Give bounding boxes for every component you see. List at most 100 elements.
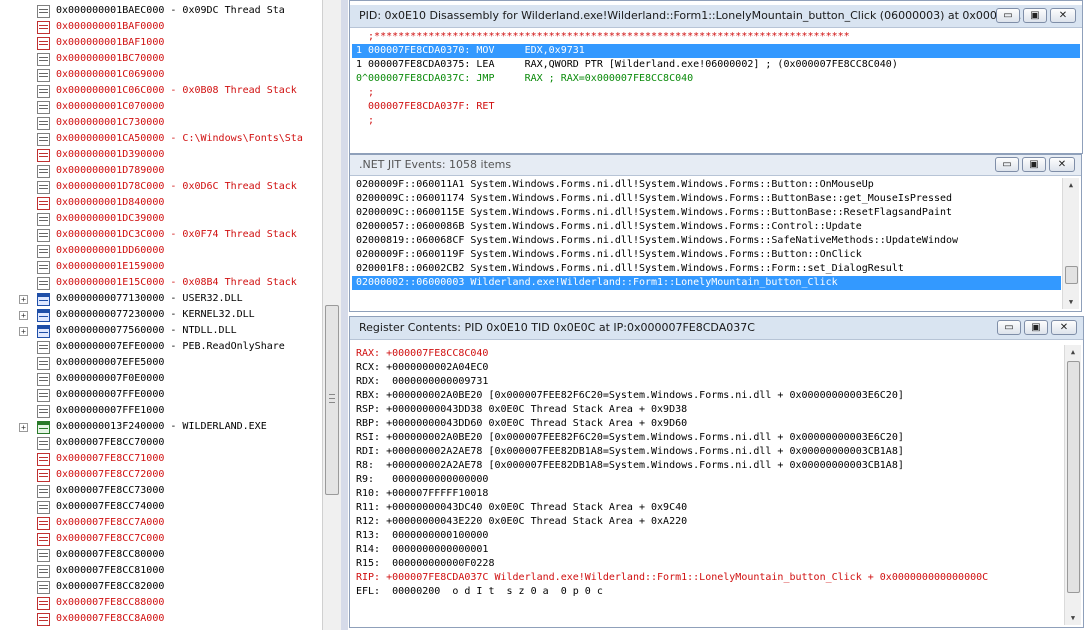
- regs-line[interactable]: RDX: 0000000000009731: [352, 375, 1063, 389]
- regs-line[interactable]: RBX: +000000002A0BE20 [0x000007FEE82F6C2…: [352, 389, 1063, 403]
- scroll-up-icon[interactable]: ▲: [1063, 178, 1079, 192]
- memory-page-icon: [37, 5, 50, 18]
- regs-line[interactable]: R15: 000000000000F0228: [352, 557, 1063, 571]
- regs-line[interactable]: R11: +00000000043DC40 0x0E0C Thread Stac…: [352, 501, 1063, 515]
- jit-events-list[interactable]: 0200009F::060011A1 System.Windows.Forms.…: [352, 178, 1079, 309]
- jit-line[interactable]: 0200009C::06001174 System.Windows.Forms.…: [352, 192, 1061, 206]
- expand-icon[interactable]: +: [19, 295, 28, 304]
- disasm-line[interactable]: ;***************************************…: [352, 30, 1080, 44]
- regs-line[interactable]: RSI: +000000002A0BE20 [0x000007FEE82F6C2…: [352, 431, 1063, 445]
- jit-line[interactable]: 02000002::06000003 Wilderland.exe!Wilder…: [352, 276, 1061, 290]
- regs-line[interactable]: R14: 0000000000000001: [352, 543, 1063, 557]
- pane-splitter[interactable]: [341, 0, 348, 630]
- disassembly-title: PID: 0x0E10 Disassembly for Wilderland.e…: [359, 9, 1022, 22]
- module-icon: [37, 293, 50, 306]
- memory-region-label: 0x000007FE8CC80000: [56, 549, 165, 560]
- disasm-line[interactable]: 000007FE8CDA037F: RET: [352, 100, 1080, 114]
- disasm-line[interactable]: 1 000007FE8CDA0370: MOV EDX,0x9731: [352, 44, 1080, 58]
- regs-line[interactable]: RIP: +000007FE8CDA037C Wilderland.exe!Wi…: [352, 571, 1063, 585]
- disassembly-titlebar[interactable]: PID: 0x0E10 Disassembly for Wilderland.e…: [350, 5, 1082, 28]
- minimize-icon: ▭: [1004, 322, 1014, 333]
- regs-line[interactable]: R12: +00000000043E220 0x0E0C Thread Stac…: [352, 515, 1063, 529]
- restore-icon: ▣: [1031, 322, 1041, 333]
- scroll-up-icon[interactable]: ▲: [1065, 345, 1081, 359]
- jit-line[interactable]: 020001F8::06002CB2 System.Windows.Forms.…: [352, 262, 1061, 276]
- jit-events-titlebar[interactable]: .NET JIT Events: 1058 items ▭ ▣ ✕: [350, 155, 1081, 176]
- register-scrollbar[interactable]: ▲ ▼: [1064, 345, 1081, 625]
- memory-page-icon: [37, 245, 50, 258]
- disasm-line[interactable]: ;: [352, 86, 1080, 100]
- memory-region-label: 0x0000000077230000 - KERNEL32.DLL: [56, 309, 255, 320]
- memory-page-icon: [37, 101, 50, 114]
- memory-page-icon: [37, 53, 50, 66]
- memory-region-label: 0x000000013F240000 - WILDERLAND.EXE: [56, 421, 267, 432]
- memory-region-label: 0x000000001C730000: [56, 117, 165, 128]
- regs-line[interactable]: R13: 0000000000100000: [352, 529, 1063, 543]
- restore-button[interactable]: ▣: [1022, 157, 1046, 172]
- jit-line[interactable]: 02000057::0600086B System.Windows.Forms.…: [352, 220, 1061, 234]
- memory-region-label: 0x000007FE8CC8A000: [56, 613, 165, 624]
- close-button[interactable]: ✕: [1051, 320, 1077, 335]
- regs-line[interactable]: R10: +000007FFFFF10018: [352, 487, 1063, 501]
- jit-line[interactable]: 0200009F::060011A1 System.Windows.Forms.…: [352, 178, 1061, 192]
- minimize-button[interactable]: ▭: [997, 320, 1021, 335]
- regs-line[interactable]: RBP: +00000000043DD60 0x0E0C Thread Stac…: [352, 417, 1063, 431]
- register-list[interactable]: RAX: +000007FE8CC8C040 RCX: +0000000002A0…: [352, 345, 1081, 625]
- memory-region-label: 0x000007FE8CC70000: [56, 437, 165, 448]
- memory-page-icon: [37, 197, 50, 210]
- disasm-line[interactable]: 0^000007FE8CDA037C: JMP RAX ; RAX=0x0000…: [352, 72, 1080, 86]
- memory-page-icon: [37, 277, 50, 290]
- regs-line[interactable]: EFL: 00000200 o d I t s z 0 a 0 p 0 c: [352, 585, 1063, 599]
- scrollbar-thumb[interactable]: [1067, 361, 1080, 593]
- jit-events-title: .NET JIT Events: 1058 items: [359, 158, 512, 171]
- memory-region-label: 0x000000001CA50000 - C:\Windows\Fonts\St…: [56, 133, 303, 144]
- memory-map-tree[interactable]: 0x000000001BAEC000 - 0x09DC Thread Sta 0x…: [0, 0, 322, 630]
- memory-page-icon: [37, 229, 50, 242]
- memory-page-icon: [37, 501, 50, 514]
- regs-line[interactable]: RDI: +000000002A2AE78 [0x000007FEE82DB1A…: [352, 445, 1063, 459]
- memory-region-label: 0x000007FE8CC88000: [56, 597, 165, 608]
- regs-line[interactable]: R9: 0000000000000000: [352, 473, 1063, 487]
- close-button[interactable]: ✕: [1050, 8, 1076, 23]
- restore-button[interactable]: ▣: [1024, 320, 1048, 335]
- jit-events-scrollbar[interactable]: ▲ ▼: [1062, 178, 1079, 309]
- expand-icon[interactable]: +: [19, 327, 28, 336]
- memory-region-label: 0x000007FE8CC7C000: [56, 533, 165, 544]
- memory-page-icon: [37, 357, 50, 370]
- expand-icon[interactable]: +: [19, 311, 28, 320]
- memory-region-label: 0x000000001BAF1000: [56, 37, 165, 48]
- minimize-button[interactable]: ▭: [995, 157, 1019, 172]
- expand-icon[interactable]: +: [19, 423, 28, 432]
- scroll-down-icon[interactable]: ▼: [1063, 295, 1079, 309]
- minimize-icon: ▭: [1003, 10, 1013, 21]
- memory-map-scrollbar[interactable]: [322, 0, 341, 630]
- regs-line[interactable]: RCX: +0000000002A04EC0: [352, 361, 1063, 375]
- jit-line[interactable]: 0200009F::0600119F System.Windows.Forms.…: [352, 248, 1061, 262]
- scrollbar-thumb[interactable]: [325, 305, 339, 495]
- restore-button[interactable]: ▣: [1023, 8, 1047, 23]
- scroll-down-icon[interactable]: ▼: [1065, 611, 1081, 625]
- memory-region-label: 0x000000001DC3C000 - 0x0F74 Thread Stack: [56, 229, 297, 240]
- disassembly-listing[interactable]: ;***************************************…: [352, 30, 1080, 151]
- scrollbar-thumb[interactable]: [1065, 266, 1078, 284]
- regs-line[interactable]: RAX: +000007FE8CC8C040: [352, 347, 1063, 361]
- jit-line[interactable]: 02000819::060068CF System.Windows.Forms.…: [352, 234, 1061, 248]
- memory-region-label: 0x000007FE8CC71000: [56, 453, 165, 464]
- memory-page-icon: [37, 533, 50, 546]
- close-icon: ✕: [1057, 159, 1067, 170]
- regs-line[interactable]: RSP: +00000000043DD38 0x0E0C Thread Stac…: [352, 403, 1063, 417]
- module-icon: [37, 309, 50, 322]
- close-button[interactable]: ✕: [1049, 157, 1075, 172]
- memory-region-label: 0x000000001D789000: [56, 165, 165, 176]
- memory-page-icon: [37, 453, 50, 466]
- regs-line[interactable]: R8: +000000002A2AE78 [0x000007FEE82DB1A8…: [352, 459, 1063, 473]
- register-contents-titlebar[interactable]: Register Contents: PID 0x0E10 TID 0x0E0C…: [350, 317, 1083, 340]
- jit-line[interactable]: 0200009C::0600115E System.Windows.Forms.…: [352, 206, 1061, 220]
- memory-page-icon: [37, 485, 50, 498]
- memory-page-icon: [37, 517, 50, 530]
- disasm-line[interactable]: 1 000007FE8CDA0375: LEA RAX,QWORD PTR [W…: [352, 58, 1080, 72]
- minimize-button[interactable]: ▭: [996, 8, 1020, 23]
- memory-region-label: 0x000000007FFE0000: [56, 389, 165, 400]
- disasm-line[interactable]: ;: [352, 114, 1080, 128]
- memory-region-label: 0x000000001D78C000 - 0x0D6C Thread Stack: [56, 181, 297, 192]
